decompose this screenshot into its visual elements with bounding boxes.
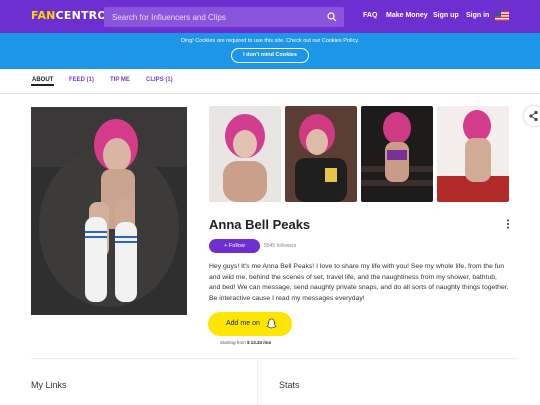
profile-name: Anna Bell Peaks bbox=[209, 217, 311, 232]
search-icon[interactable] bbox=[327, 12, 337, 22]
snapchat-ghost-icon bbox=[266, 318, 277, 329]
gallery-thumbnail-1[interactable] bbox=[209, 106, 281, 202]
add-snapchat-button[interactable]: Add me on bbox=[208, 312, 292, 336]
more-options-icon[interactable] bbox=[506, 219, 510, 229]
gallery-thumbnail-3[interactable] bbox=[361, 106, 433, 202]
search-input[interactable] bbox=[112, 7, 322, 27]
nav-sign-in-link[interactable]: Sign in bbox=[466, 12, 489, 19]
tab-feed[interactable]: FEED (1) bbox=[69, 77, 94, 83]
search-bar bbox=[104, 7, 344, 27]
nav-make-money-link[interactable]: Make Money bbox=[386, 12, 428, 19]
followers-count: 5545 followers bbox=[264, 243, 297, 249]
tab-about[interactable]: ABOUT bbox=[32, 77, 53, 83]
active-tab-indicator bbox=[31, 84, 54, 86]
profile-photo[interactable] bbox=[31, 107, 187, 315]
follow-button[interactable]: + Follow bbox=[209, 239, 260, 253]
subscription-price-note: Starting from $ 13.33 /mo bbox=[220, 340, 272, 345]
nav-sign-up-link[interactable]: Sign up bbox=[433, 12, 459, 19]
gallery-thumbnail-4[interactable] bbox=[437, 106, 509, 202]
share-button[interactable] bbox=[524, 106, 540, 126]
snap-button-label: Add me on bbox=[226, 320, 260, 327]
stats-heading: Stats bbox=[279, 380, 300, 390]
us-flag-icon[interactable] bbox=[495, 11, 509, 21]
gallery-thumbnail-2[interactable] bbox=[285, 106, 357, 202]
cookie-banner: Ding! Cookies are required to use this s… bbox=[0, 33, 540, 69]
nav-faq-link[interactable]: FAQ bbox=[363, 12, 377, 19]
profile-bio: Hey guys! It's me Anna Bell Peaks! I lov… bbox=[209, 263, 509, 302]
tab-tip-me[interactable]: TIP ME bbox=[110, 77, 130, 83]
accept-cookies-button[interactable]: I don't mind Cookies bbox=[231, 48, 309, 63]
tab-clips[interactable]: CLIPS (1) bbox=[146, 77, 173, 83]
top-navbar: FANCENTRO FAQ Make Money Sign up Sign in bbox=[0, 0, 540, 33]
my-links-heading: My Links bbox=[31, 380, 67, 390]
cookie-message: Ding! Cookies are required to use this s… bbox=[180, 38, 360, 44]
profile-tabs: ABOUT FEED (1) TIP ME CLIPS (1) bbox=[0, 69, 540, 94]
share-icon bbox=[529, 110, 538, 122]
fancentro-logo[interactable]: FANCENTRO bbox=[31, 9, 107, 22]
